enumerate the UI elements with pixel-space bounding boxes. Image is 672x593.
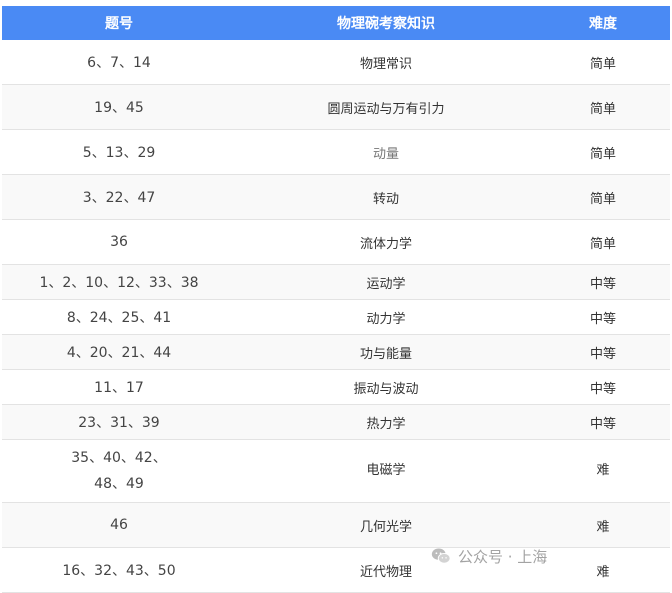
topic: 物理常识 bbox=[236, 40, 536, 85]
table-row: 4、20、21、44 功与能量 中等 bbox=[2, 334, 670, 370]
table-row: 46 几何光学 难 bbox=[2, 502, 670, 548]
question-numbers: 16、32、43、50 bbox=[2, 547, 236, 593]
difficulty: 中等 bbox=[536, 334, 670, 370]
difficulty: 简单 bbox=[536, 174, 670, 220]
difficulty: 简单 bbox=[536, 40, 670, 85]
question-numbers: 23、31、39 bbox=[2, 404, 236, 440]
topic: 转动 bbox=[236, 174, 536, 220]
difficulty: 简单 bbox=[536, 129, 670, 175]
question-numbers: 3、22、47 bbox=[2, 174, 236, 220]
table-header-row: 题号 物理碗考察知识 难度 bbox=[2, 6, 670, 40]
topic: 振动与波动 bbox=[236, 369, 536, 405]
table-row: 16、32、43、50 近代物理 难 bbox=[2, 547, 670, 593]
table-row: 23、31、39 热力学 中等 bbox=[2, 404, 670, 440]
question-numbers-line-2: 48、49 bbox=[94, 476, 144, 492]
table-row: 3、22、47 转动 简单 bbox=[2, 174, 670, 220]
question-numbers: 11、17 bbox=[2, 369, 236, 405]
difficulty: 中等 bbox=[536, 404, 670, 440]
difficulty: 难 bbox=[536, 547, 670, 593]
topic: 动量 bbox=[236, 129, 536, 175]
difficulty: 难 bbox=[536, 439, 670, 503]
topic: 热力学 bbox=[236, 404, 536, 440]
question-numbers: 5、13、29 bbox=[2, 129, 236, 175]
header-difficulty: 难度 bbox=[536, 6, 670, 40]
watermark: 公众号 · 上海 bbox=[430, 541, 547, 571]
question-numbers: 6、7、14 bbox=[2, 40, 236, 85]
difficulty: 难 bbox=[536, 502, 670, 548]
header-question-numbers: 题号 bbox=[2, 6, 236, 40]
question-numbers: 46 bbox=[2, 502, 236, 548]
topic: 运动学 bbox=[236, 264, 536, 300]
difficulty: 简单 bbox=[536, 219, 670, 265]
question-numbers: 4、20、21、44 bbox=[2, 334, 236, 370]
question-numbers: 35、40、42、 48、49 bbox=[2, 439, 236, 503]
difficulty: 中等 bbox=[536, 369, 670, 405]
topic: 动力学 bbox=[236, 299, 536, 335]
table-row: 35、40、42、 48、49 电磁学 难 bbox=[2, 439, 670, 503]
difficulty: 中等 bbox=[536, 264, 670, 300]
table-row: 1、2、10、12、33、38 运动学 中等 bbox=[2, 264, 670, 300]
topic: 电磁学 bbox=[236, 439, 536, 503]
question-numbers: 1、2、10、12、33、38 bbox=[2, 264, 236, 300]
physics-bowl-topic-table: 题号 物理碗考察知识 难度 6、7、14 物理常识 简单 19、45 圆周运动与… bbox=[2, 6, 670, 593]
question-numbers: 19、45 bbox=[2, 84, 236, 130]
table-row: 5、13、29 动量 简单 bbox=[2, 129, 670, 175]
table-row: 19、45 圆周运动与万有引力 简单 bbox=[2, 84, 670, 130]
table-row: 36 流体力学 简单 bbox=[2, 219, 670, 265]
watermark-text: 公众号 · 上海 bbox=[458, 547, 548, 566]
question-numbers: 36 bbox=[2, 219, 236, 265]
question-numbers-line-1: 35、40、42、 bbox=[71, 450, 167, 466]
difficulty: 中等 bbox=[536, 299, 670, 335]
table-row: 11、17 振动与波动 中等 bbox=[2, 369, 670, 405]
topic: 流体力学 bbox=[236, 219, 536, 265]
difficulty: 简单 bbox=[536, 84, 670, 130]
header-topic: 物理碗考察知识 bbox=[236, 6, 536, 40]
topic: 功与能量 bbox=[236, 334, 536, 370]
table-row: 8、24、25、41 动力学 中等 bbox=[2, 299, 670, 335]
wechat-icon bbox=[431, 548, 451, 564]
table-row: 6、7、14 物理常识 简单 bbox=[2, 40, 670, 85]
question-numbers: 8、24、25、41 bbox=[2, 299, 236, 335]
topic: 圆周运动与万有引力 bbox=[236, 84, 536, 130]
